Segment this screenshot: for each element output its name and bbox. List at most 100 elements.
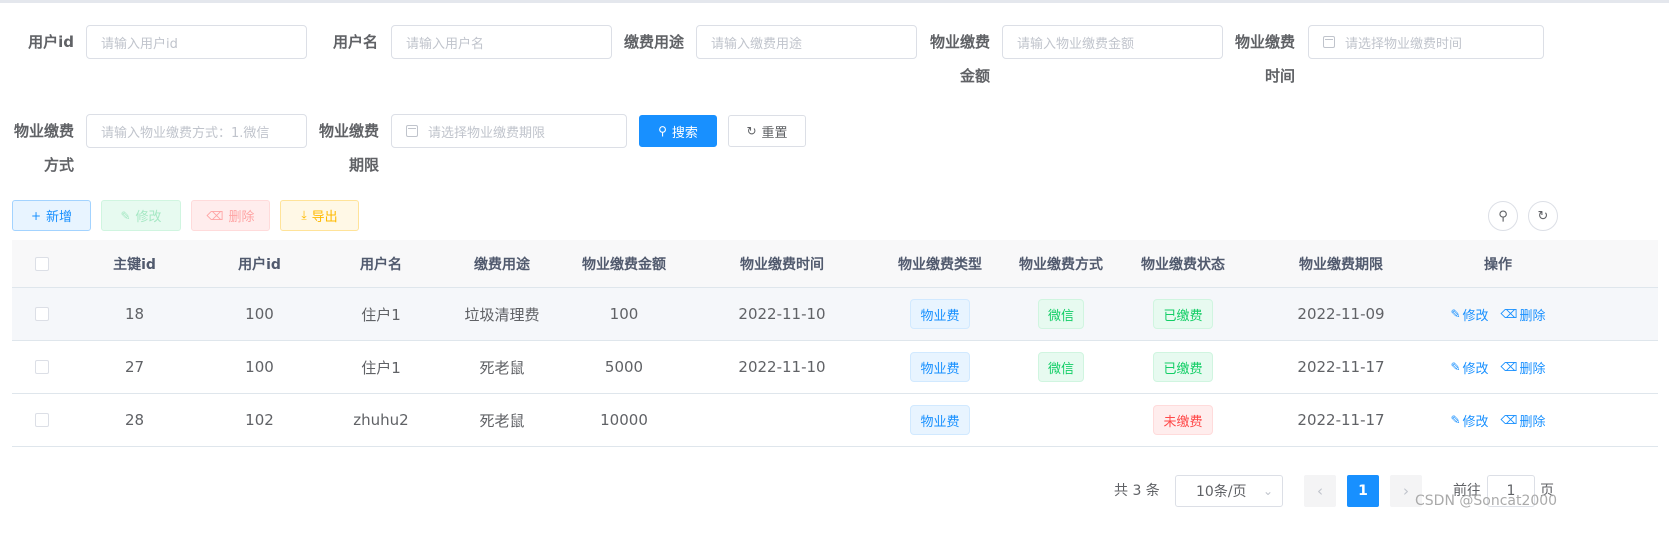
header-purpose: 缴费用途 (474, 256, 530, 273)
cell-actions: ✎ 修改 ⌫ 删除 (1438, 394, 1558, 446)
header-method: 物业缴费方式 (1019, 256, 1103, 273)
row-delete-link[interactable]: ⌫ 删除 (1501, 305, 1546, 324)
trash-icon: ⌫ (1500, 307, 1518, 321)
row-edit-label: 修改 (1462, 414, 1489, 430)
amount-input[interactable]: 请输入物业缴费金额 (1002, 25, 1223, 59)
table-row: 28 102 zhuhu2 死老鼠 10000 物业费 未缴费 2022-11-… (12, 394, 1658, 447)
select-all-cell (12, 240, 72, 287)
chevron-right-icon: › (1403, 482, 1409, 500)
page-number-button[interactable]: 1 (1347, 475, 1379, 507)
add-button[interactable]: + 新增 (12, 200, 91, 231)
row-delete-label: 删除 (1519, 414, 1546, 430)
deadline-label-line1: 物业缴费 (318, 122, 379, 140)
cell-time: 2022-11-10 (738, 305, 826, 323)
refresh-button[interactable]: ↻ (1528, 201, 1558, 231)
user-id-placeholder: 请输入用户id (101, 36, 178, 52)
cell-method: 微信 (1000, 341, 1122, 393)
header-amount: 物业缴费金额 (582, 256, 666, 273)
purpose-input[interactable]: 请输入缴费用途 (696, 25, 917, 59)
time-label-line2: 时间 (1264, 67, 1295, 85)
cell-deadline: 2022-11-09 (1297, 305, 1385, 323)
cell-actions: ✎ 修改 ⌫ 删除 (1438, 341, 1558, 393)
row-edit-label: 修改 (1462, 361, 1489, 377)
edit-button[interactable]: ✎ 修改 (101, 200, 181, 231)
calendar-icon (406, 125, 418, 137)
cell-method (1000, 394, 1122, 446)
row-select-cell (12, 394, 72, 446)
plus-icon: + (30, 208, 42, 223)
method-input[interactable]: 请输入物业缴费方式：1.微信 (86, 114, 307, 148)
chevron-left-icon: ‹ (1317, 482, 1323, 500)
cell-status: 已缴费 (1122, 341, 1244, 393)
deadline-label-line2: 期限 (348, 156, 379, 174)
row-delete-link[interactable]: ⌫ 删除 (1501, 358, 1546, 377)
row-delete-link[interactable]: ⌫ 删除 (1501, 411, 1546, 430)
time-date-picker[interactable]: 请选择物业缴费时间 (1308, 25, 1544, 59)
watermark: CSDN @Soncat2000 (1415, 493, 1558, 509)
cell-id: 28 (124, 411, 145, 429)
deadline-placeholder: 请选择物业缴费期限 (428, 125, 546, 141)
export-button[interactable]: ⤓ 导出 (280, 200, 359, 231)
cell-status: 未缴费 (1122, 394, 1244, 446)
reset-button[interactable]: ↻ 重置 (728, 115, 806, 147)
time-placeholder: 请选择物业缴费时间 (1345, 36, 1463, 52)
method-tag: 微信 (1037, 299, 1084, 329)
row-delete-label: 删除 (1519, 361, 1546, 377)
delete-button-label: 删除 (228, 210, 255, 225)
reset-button-label: 重置 (761, 125, 788, 141)
row-edit-link[interactable]: ✎ 修改 (1450, 358, 1488, 377)
toggle-search-button[interactable]: ⚲ (1488, 201, 1518, 231)
row-delete-label: 删除 (1519, 308, 1546, 324)
cell-purpose: 垃圾清理费 (464, 305, 540, 324)
cell-type: 物业费 (880, 394, 1000, 446)
row-edit-link[interactable]: ✎ 修改 (1450, 411, 1488, 430)
select-all-checkbox[interactable] (35, 256, 49, 271)
row-checkbox[interactable] (35, 307, 49, 321)
pencil-icon: ✎ (1450, 360, 1461, 374)
table-row: 27 100 住户1 死老鼠 5000 2022-11-10 物业费 微信 已缴… (12, 341, 1658, 394)
trash-icon: ⌫ (1500, 360, 1518, 374)
delete-button[interactable]: ⌫ 删除 (191, 200, 270, 231)
header-id: 主键id (113, 256, 156, 273)
refresh-icon: ↻ (746, 124, 757, 138)
cell-user-id: 102 (245, 411, 274, 429)
status-tag: 未缴费 (1153, 405, 1213, 435)
user-name-input[interactable]: 请输入用户名 (391, 25, 612, 59)
refresh-icon: ↻ (1537, 208, 1549, 224)
add-button-label: 新增 (46, 210, 73, 225)
header-deadline: 物业缴费期限 (1299, 256, 1383, 273)
header-time: 物业缴费时间 (740, 256, 824, 273)
row-select-cell (12, 288, 72, 340)
time-label-line1: 物业缴费 (1234, 33, 1295, 51)
table-header-row: 主键id 用户id 用户名 缴费用途 物业缴费金额 物业缴费时间 物业缴费类型 … (12, 240, 1658, 288)
pencil-icon: ✎ (1450, 307, 1461, 321)
export-button-label: 导出 (311, 210, 338, 225)
user-id-label: 用户id (28, 33, 74, 51)
search-button-label: 搜索 (671, 125, 698, 141)
user-id-input[interactable]: 请输入用户id (86, 25, 307, 59)
cell-id: 18 (124, 305, 145, 323)
cell-deadline: 2022-11-17 (1297, 411, 1385, 429)
trash-icon: ⌫ (206, 208, 224, 223)
page-size-select[interactable]: 10条/页 ⌄ (1175, 475, 1283, 507)
search-button[interactable]: ⚲ 搜索 (639, 115, 717, 147)
cell-purpose: 死老鼠 (479, 411, 525, 430)
deadline-date-picker[interactable]: 请选择物业缴费期限 (391, 114, 627, 148)
status-tag: 已缴费 (1153, 299, 1213, 329)
pencil-icon: ✎ (120, 208, 131, 223)
cell-amount: 100 (609, 305, 639, 323)
prev-page-button[interactable]: ‹ (1304, 475, 1336, 507)
amount-placeholder: 请输入物业缴费金额 (1017, 36, 1135, 52)
download-icon: ⤓ (301, 208, 307, 222)
user-name-label: 用户名 (332, 33, 378, 51)
cell-user-name: zhuhu2 (353, 411, 409, 429)
edit-button-label: 修改 (135, 210, 162, 225)
cell-user-name: 住户1 (361, 305, 401, 324)
type-tag: 物业费 (910, 352, 970, 382)
cell-status: 已缴费 (1122, 288, 1244, 340)
row-checkbox[interactable] (35, 360, 49, 374)
row-checkbox[interactable] (35, 413, 49, 427)
purpose-placeholder: 请输入缴费用途 (711, 36, 803, 52)
row-edit-link[interactable]: ✎ 修改 (1450, 305, 1488, 324)
amount-label-line2: 金额 (959, 67, 990, 85)
